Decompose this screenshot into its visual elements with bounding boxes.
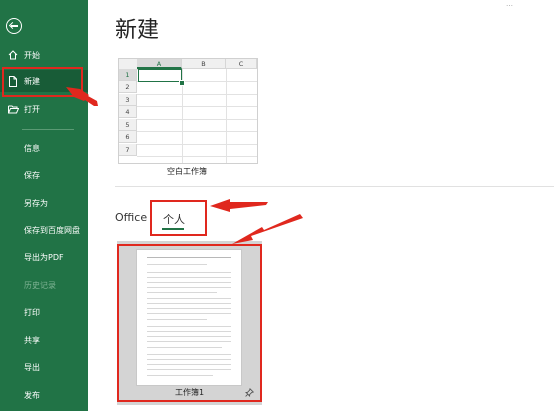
- section-divider: [115, 186, 554, 187]
- sidebar-item-label: 信息: [24, 143, 40, 153]
- fill-handle: [179, 80, 185, 86]
- blank-workbook-thumbnail[interactable]: A B C 1 2 3 4 5 6 7: [118, 58, 258, 164]
- column-header-c: C: [226, 59, 257, 69]
- column-header-b: B: [182, 59, 226, 69]
- backstage-sidebar: 开始 新建 打开 信息 保存 另存为 保存到百度网盘 导出为PDF 历史记录 打…: [0, 0, 88, 411]
- sidebar-item-export[interactable]: 导出: [0, 356, 88, 378]
- sidebar-item-open[interactable]: 打开: [0, 98, 88, 120]
- row-header-1: 1: [119, 69, 137, 81]
- annotation-box-personal-tab: [150, 200, 207, 236]
- sidebar-item-label: 共享: [24, 335, 40, 345]
- top-edge-text: …: [506, 0, 513, 8]
- sidebar-item-save[interactable]: 保存: [0, 164, 88, 186]
- sidebar-item-label: 发布: [24, 390, 40, 400]
- sidebar-item-label: 打印: [24, 307, 40, 317]
- sidebar-item-label: 打开: [24, 104, 40, 114]
- sidebar-item-save-as[interactable]: 另存为: [0, 192, 88, 214]
- sidebar-item-home[interactable]: 开始: [0, 44, 88, 66]
- gridline: [137, 106, 257, 107]
- sidebar-item-label: 历史记录: [24, 280, 56, 290]
- gridline: [137, 156, 257, 157]
- annotation-box-template: [117, 244, 262, 402]
- column-header-a: A: [137, 59, 182, 69]
- sidebar-item-label: 导出: [24, 362, 40, 372]
- gridline: [137, 131, 257, 132]
- sidebar-separator: [22, 129, 74, 130]
- sidebar-item-info[interactable]: 信息: [0, 137, 88, 159]
- sidebar-item-export-pdf[interactable]: 导出为PDF: [0, 246, 88, 268]
- gridline: [226, 69, 227, 163]
- tab-office[interactable]: Office: [115, 211, 147, 224]
- sidebar-item-label: 另存为: [24, 198, 48, 208]
- sidebar-item-label: 开始: [24, 50, 40, 60]
- sidebar-item-print[interactable]: 打印: [0, 301, 88, 323]
- sidebar-item-publish[interactable]: 发布: [0, 384, 88, 406]
- open-folder-icon: [7, 105, 19, 114]
- gridline: [137, 119, 257, 120]
- sidebar-item-label: 保存: [24, 170, 40, 180]
- annotation-box-new: [2, 67, 83, 97]
- gridline: [137, 94, 257, 95]
- sidebar-item-save-to-baidu[interactable]: 保存到百度网盘: [0, 219, 88, 241]
- gridline: [137, 144, 257, 145]
- home-icon: [7, 50, 19, 60]
- page-title: 新建: [115, 18, 160, 43]
- sidebar-item-label: 导出为PDF: [24, 252, 64, 262]
- row-header-6: 6: [119, 131, 137, 143]
- sidebar-item-label: 保存到百度网盘: [24, 225, 80, 235]
- selected-cell-a1: [138, 69, 182, 82]
- row-header-4: 4: [119, 106, 137, 118]
- back-arrow-icon[interactable]: [6, 18, 22, 34]
- row-header-3: 3: [119, 94, 137, 106]
- sidebar-item-share[interactable]: 共享: [0, 329, 88, 351]
- row-header-5: 5: [119, 119, 137, 131]
- sidebar-item-history: 历史记录: [0, 274, 88, 296]
- row-header-7: 7: [119, 144, 137, 156]
- row-header-2: 2: [119, 81, 137, 93]
- blank-workbook-label[interactable]: 空白工作簿: [118, 166, 256, 177]
